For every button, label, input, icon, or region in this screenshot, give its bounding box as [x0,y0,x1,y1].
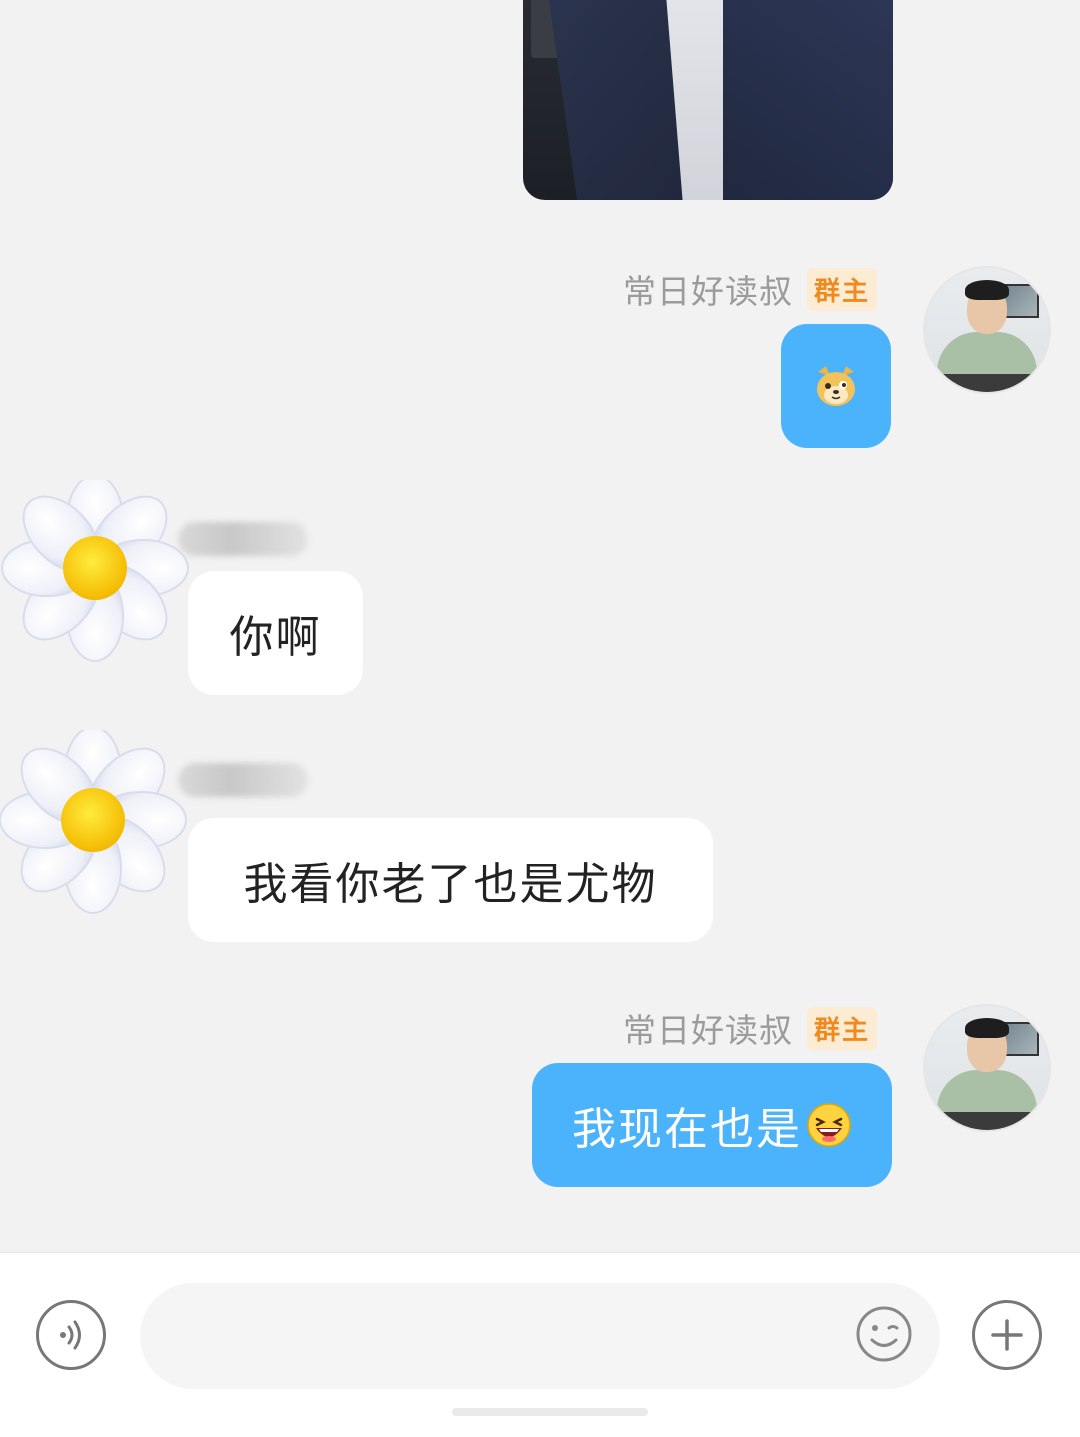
avatar[interactable] [0,730,190,920]
laughing-emoji-icon [807,1103,851,1147]
avatar[interactable] [0,480,190,670]
message-bubble-self[interactable]: 我现在也是 [532,1063,892,1187]
message-text: 你啊 [229,612,322,663]
message-input[interactable] [140,1283,940,1389]
plus-button[interactable] [972,1300,1042,1370]
sender-name-row: 常日好读叔 群主 [623,265,878,313]
home-indicator [452,1408,648,1416]
smile-icon[interactable] [855,1305,913,1363]
message-bubble-other[interactable]: 我看你老了也是尤物 [188,818,713,942]
message-bubble-other[interactable]: 你啊 [188,571,363,695]
message-text: 我看你老了也是尤物 [243,859,658,910]
plus-icon [991,1319,1023,1351]
photo-detail [723,0,893,200]
voice-icon [60,1320,81,1350]
sender-name: 常日好读叔 [623,1011,793,1050]
voice-button[interactable] [36,1300,106,1370]
doge-emoji-icon [817,366,855,406]
chat-area[interactable]: 常日好读叔 群主 你啊 我看你老了也是尤物 常日好读叔 群主 我现在也是 [0,0,1080,1252]
avatar[interactable] [923,266,1051,394]
sender-name-row: 常日好读叔 群主 [623,1004,878,1052]
avatar[interactable] [923,1004,1051,1132]
owner-badge: 群主 [807,267,878,311]
owner-badge: 群主 [807,1006,878,1050]
sender-name: 常日好读叔 [623,272,793,311]
blurred-sender-name [178,763,308,797]
photo-message[interactable] [523,0,893,200]
blurred-sender-name [178,522,308,556]
message-text: 我现在也是 [572,1104,802,1155]
message-bubble-self[interactable] [781,324,891,448]
